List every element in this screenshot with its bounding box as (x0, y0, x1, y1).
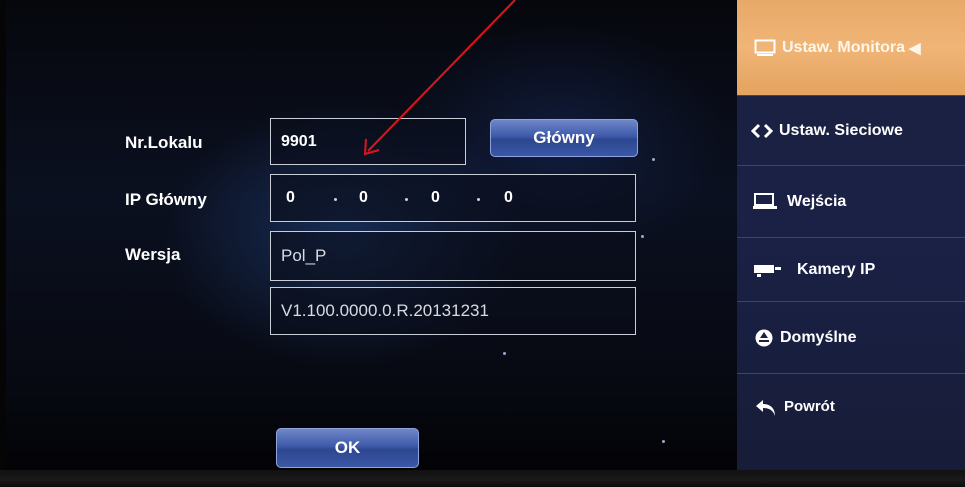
settings-sidebar: Ustaw. Monitora ◀ Ustaw. Sieciowe Wejści… (737, 0, 965, 470)
wersja-label: Wersja (125, 245, 181, 264)
nr-lokalu-value: 9901 (281, 132, 317, 150)
ok-button-label: OK (334, 438, 361, 457)
wersja-field: Pol_P (270, 231, 636, 281)
back-arrow-icon (754, 398, 778, 418)
ip-camera-icon (753, 262, 783, 278)
ip-segment-3[interactable]: 0 (431, 189, 440, 207)
monitor-bezel-bottom (0, 470, 965, 487)
sidebar-item-label: Wejścia (787, 192, 847, 210)
ip-glowny-label: IP Główny (125, 190, 207, 209)
glowny-button[interactable]: Główny (490, 119, 638, 157)
sidebar-item-label: Ustaw. Monitora (782, 38, 905, 56)
sidebar-item-ustaw-monitora[interactable]: Ustaw. Monitora ◀ (737, 0, 965, 96)
nr-lokalu-input[interactable]: 9901 (270, 118, 466, 165)
ip-separator-dot (477, 198, 480, 201)
ip-separator-dot (334, 198, 337, 201)
sidebar-item-label: Domyślne (780, 328, 857, 346)
chevron-left-icon: ◀ (908, 39, 921, 57)
sidebar-item-powrot[interactable]: Powrót (737, 374, 965, 470)
sidebar-item-ustaw-sieciowe[interactable]: Ustaw. Sieciowe (737, 96, 965, 166)
ok-button[interactable]: OK (276, 428, 419, 468)
nr-lokalu-label: Nr.Lokalu (125, 133, 203, 152)
background-sparkle (652, 158, 655, 161)
sidebar-item-wejscia[interactable]: Wejścia (737, 166, 965, 238)
monitor-screen: Nr.Lokalu 9901 Główny IP Główny 0 0 0 0 … (0, 0, 965, 487)
input-icon (753, 192, 777, 211)
version-string: V1.100.0000.0.R.20131231 (281, 301, 489, 320)
recycle-icon (754, 328, 774, 348)
ip-segment-2[interactable]: 0 (359, 189, 368, 207)
wersja-value: Pol_P (281, 246, 327, 265)
glowny-button-label: Główny (533, 128, 595, 147)
background-sparkle (662, 440, 665, 443)
ip-segment-1[interactable]: 0 (286, 189, 295, 207)
sidebar-item-label: Ustaw. Sieciowe (779, 121, 903, 139)
ip-glowny-input[interactable]: 0 0 0 0 (270, 174, 636, 222)
sidebar-item-kamery-ip[interactable]: Kamery IP (737, 238, 965, 302)
sidebar-item-label: Kamery IP (797, 260, 876, 278)
network-arrows-icon (751, 123, 773, 139)
background-sparkle (503, 352, 506, 355)
sidebar-item-label: Powrót (784, 398, 835, 415)
ip-separator-dot (405, 198, 408, 201)
version-field: V1.100.0000.0.R.20131231 (270, 287, 636, 335)
ip-segment-4[interactable]: 0 (504, 189, 513, 207)
monitor-icon (754, 39, 776, 57)
monitor-bezel-left (0, 0, 6, 487)
background-sparkle (641, 235, 644, 238)
sidebar-item-domyslne[interactable]: Domyślne (737, 302, 965, 374)
